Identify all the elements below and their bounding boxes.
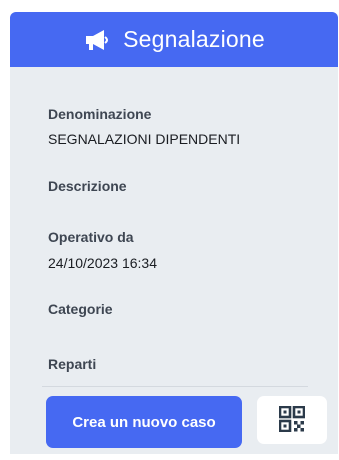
card-title: Segnalazione — [123, 26, 265, 52]
megaphone-icon — [83, 28, 111, 52]
qr-code-button[interactable] — [257, 396, 327, 444]
descrizione-label: Descrizione — [48, 178, 127, 194]
operativo-da-label: Operativo da — [48, 229, 134, 245]
operativo-da-value: 24/10/2023 16:34 — [48, 255, 157, 271]
reparti-label: Reparti — [48, 356, 97, 372]
categorie-label: Categorie — [48, 301, 113, 317]
denominazione-value: SEGNALAZIONI DIPENDENTI — [48, 131, 241, 147]
denominazione-label: Denominazione — [48, 106, 152, 122]
report-card: Segnalazione Denominazione SEGNALAZIONI … — [10, 12, 338, 454]
card-header: Segnalazione — [10, 12, 338, 67]
divider — [42, 386, 308, 387]
qr-code-icon — [278, 405, 306, 435]
create-case-button[interactable]: Crea un nuovo caso — [46, 396, 242, 448]
